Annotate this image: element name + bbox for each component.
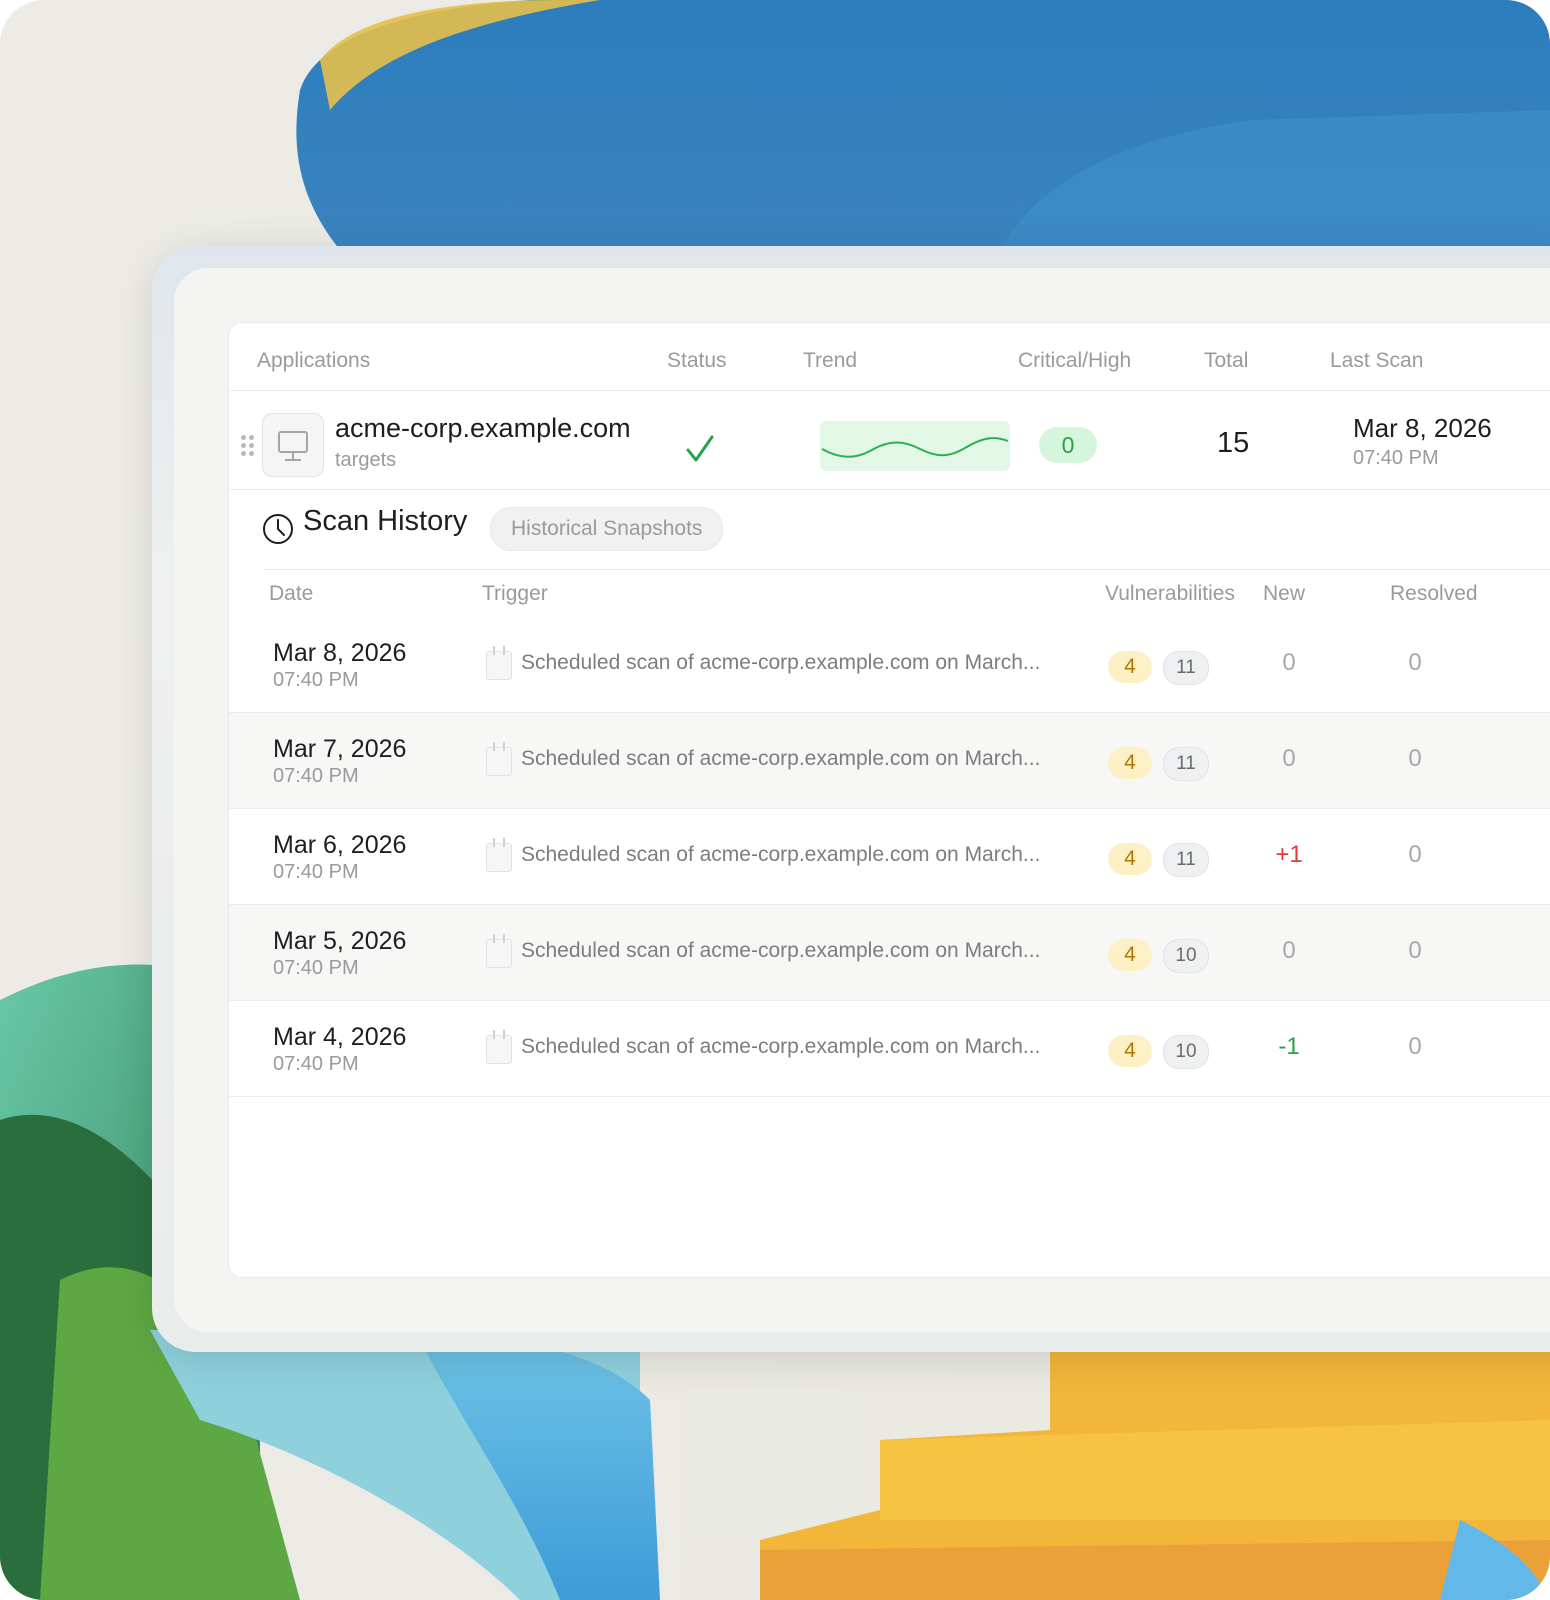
new-count: +1 [1275, 841, 1303, 868]
scan-date: Mar 4, 2026 [273, 1023, 407, 1051]
application-name[interactable]: acme-corp.example.com [335, 413, 631, 444]
header-date: Date [269, 582, 314, 605]
scan-trigger: Scheduled scan of acme-corp.example.com … [521, 843, 1041, 866]
scan-row[interactable]: Mar 6, 2026 07:40 PM Scheduled scan of a… [229, 809, 1550, 905]
header-applications: Applications [257, 349, 371, 372]
new-count: 0 [1282, 745, 1296, 772]
calendar-icon [486, 1030, 512, 1064]
header-status: Status [667, 349, 727, 372]
application-subtitle: targets [335, 449, 397, 471]
header-trend: Trend [803, 349, 858, 372]
resolved-count: 0 [1408, 649, 1422, 676]
scan-trigger: Scheduled scan of acme-corp.example.com … [521, 747, 1041, 770]
scan-date: Mar 5, 2026 [273, 927, 407, 955]
scan-time: 07:40 PM [273, 957, 359, 979]
header-total: Total [1204, 349, 1249, 372]
last-scan-time: 07:40 PM [1353, 447, 1439, 469]
scan-row[interactable]: Mar 5, 2026 07:40 PM Scheduled scan of a… [229, 905, 1550, 1001]
scan-history-header: Scan History Historical Snapshots [229, 489, 1550, 569]
resolved-count: 0 [1408, 1033, 1422, 1060]
critical-badge: 4 [1108, 939, 1152, 971]
scan-trigger: Scheduled scan of acme-corp.example.com … [521, 651, 1041, 674]
header-critical-high: Critical/High [1018, 349, 1132, 372]
trend-sparkline [820, 421, 1010, 471]
new-count: 0 [1282, 649, 1296, 676]
resolved-count: 0 [1408, 841, 1422, 868]
scan-time: 07:40 PM [273, 861, 359, 883]
resolved-count: 0 [1408, 937, 1422, 964]
total-badge: 11 [1163, 843, 1209, 877]
scan-time: 07:40 PM [273, 1053, 359, 1075]
header-vulnerabilities: Vulnerabilities [1105, 582, 1235, 605]
scan-history-rows: Mar 8, 2026 07:40 PM Scheduled scan of a… [229, 617, 1550, 1097]
critical-badge: 4 [1108, 843, 1152, 875]
last-scan-date: Mar 8, 2026 [1353, 413, 1492, 443]
drag-handle-icon[interactable] [241, 435, 255, 459]
calendar-icon [486, 934, 512, 968]
scan-date: Mar 8, 2026 [273, 639, 407, 667]
check-icon [686, 435, 714, 462]
header-last-scan: Last Scan [1330, 349, 1424, 372]
scan-date: Mar 6, 2026 [273, 831, 407, 859]
clock-icon [263, 514, 293, 544]
applications-table-header: Applications Status Trend Critical/High … [229, 323, 1550, 391]
calendar-icon [486, 838, 512, 872]
calendar-icon [486, 646, 512, 680]
total-badge: 10 [1163, 939, 1209, 973]
applications-panel: Applications Status Trend Critical/High … [228, 322, 1550, 1278]
critical-badge: 4 [1108, 1035, 1152, 1067]
scan-row[interactable]: Mar 4, 2026 07:40 PM Scheduled scan of a… [229, 1001, 1550, 1097]
monitor-icon [262, 413, 324, 477]
application-row[interactable]: acme-corp.example.com targets 0 15 Mar 8… [229, 391, 1550, 490]
critical-badge: 4 [1108, 747, 1152, 779]
new-count: 0 [1282, 937, 1296, 964]
scan-time: 07:40 PM [273, 669, 359, 691]
scan-date: Mar 7, 2026 [273, 735, 407, 763]
header-new: New [1263, 582, 1306, 605]
total-count: 15 [1217, 427, 1250, 459]
calendar-icon [486, 742, 512, 776]
scan-time: 07:40 PM [273, 765, 359, 787]
scan-row[interactable]: Mar 8, 2026 07:40 PM Scheduled scan of a… [229, 617, 1550, 713]
total-badge: 11 [1163, 747, 1209, 781]
total-badge: 10 [1163, 1035, 1209, 1069]
scan-row[interactable]: Mar 7, 2026 07:40 PM Scheduled scan of a… [229, 713, 1550, 809]
header-resolved: Resolved [1390, 582, 1478, 605]
historical-snapshots-badge[interactable]: Historical Snapshots [490, 507, 724, 551]
scan-trigger: Scheduled scan of acme-corp.example.com … [521, 1035, 1041, 1058]
header-trigger: Trigger [482, 582, 548, 605]
scan-history-title: Scan History [303, 505, 468, 537]
critical-badge: 4 [1108, 651, 1152, 683]
total-badge: 11 [1163, 651, 1209, 685]
scan-history-table-header: Date Trigger Vulnerabilities New Resolve… [263, 569, 1550, 618]
new-count: -1 [1278, 1033, 1300, 1060]
scan-trigger: Scheduled scan of acme-corp.example.com … [521, 939, 1041, 962]
resolved-count: 0 [1408, 745, 1422, 772]
critical-high-count: 0 [1039, 427, 1097, 463]
